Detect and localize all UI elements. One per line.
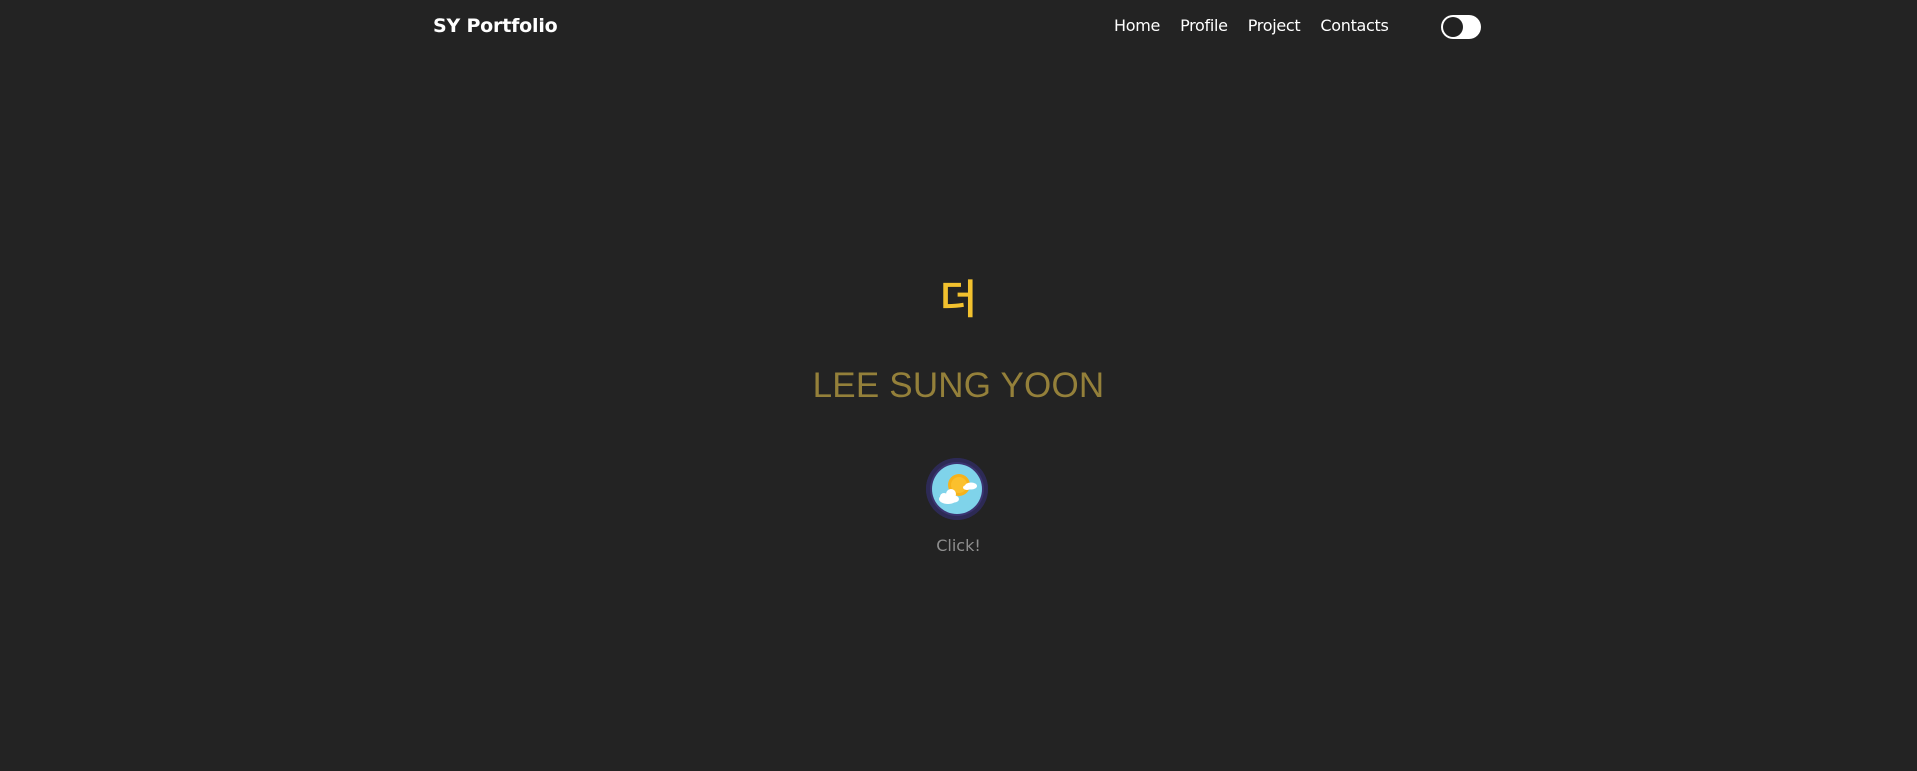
nav-contacts-link[interactable]: Contacts [1320,14,1388,38]
nav-home-link[interactable]: Home [1114,14,1160,38]
portfolio-page: SY Portfolio Home Profile Project Contac… [0,0,1917,771]
toggle-knob [1443,17,1463,37]
theme-toggle[interactable] [1441,15,1481,39]
sun-cloud-icon [926,458,988,520]
hero-name: LEE SUNG YOON [812,366,1105,405]
brand-logo-link[interactable]: SY Portfolio [433,13,558,39]
nav-project-link[interactable]: Project [1248,14,1301,38]
site-header: SY Portfolio Home Profile Project Contac… [0,0,1917,54]
main-nav: Home Profile Project Contacts [1114,14,1389,38]
click-hint-label: Click! [936,536,981,555]
weather-toggle-button[interactable] [926,458,988,520]
nav-profile-link[interactable]: Profile [1180,14,1228,38]
hero-glyph: 더 [940,277,977,323]
